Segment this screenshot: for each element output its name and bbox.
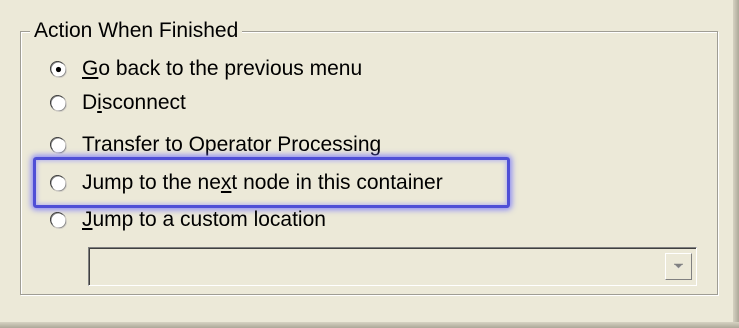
radio-unchecked-icon[interactable] — [50, 94, 67, 112]
dialog-panel: Action When Finished Go back to the prev… — [0, 0, 739, 328]
group-title: Action When Finished — [30, 18, 243, 44]
radio-jump-next-node-label: Jump to the next node in this container — [82, 171, 443, 194]
radio-disconnect-label: Disconnect — [82, 91, 186, 114]
radio-disconnect[interactable]: Disconnect — [50, 89, 186, 117]
dialog-right-edge — [733, 0, 739, 328]
radio-unchecked-icon[interactable] — [50, 174, 67, 192]
chevron-down-icon — [673, 263, 684, 269]
radio-unchecked-icon[interactable] — [50, 136, 67, 154]
dialog-bottom-edge — [0, 322, 739, 328]
radio-go-back[interactable]: Go back to the previous menu — [50, 55, 362, 83]
radio-jump-custom-location[interactable]: Jump to a custom location — [50, 206, 326, 234]
radio-transfer-operator[interactable]: Transfer to Operator Processing — [50, 131, 381, 159]
radio-jump-custom-location-label: Jump to a custom location — [82, 208, 326, 231]
radio-go-back-label: Go back to the previous menu — [82, 57, 363, 80]
radio-unchecked-icon[interactable] — [50, 211, 67, 229]
dropdown-button[interactable] — [665, 253, 692, 280]
custom-location-select[interactable] — [88, 247, 697, 286]
radio-transfer-operator-label: Transfer to Operator Processing — [82, 133, 382, 156]
radio-jump-next-node[interactable]: Jump to the next node in this container — [50, 169, 443, 197]
radio-checked-icon[interactable] — [50, 60, 67, 78]
